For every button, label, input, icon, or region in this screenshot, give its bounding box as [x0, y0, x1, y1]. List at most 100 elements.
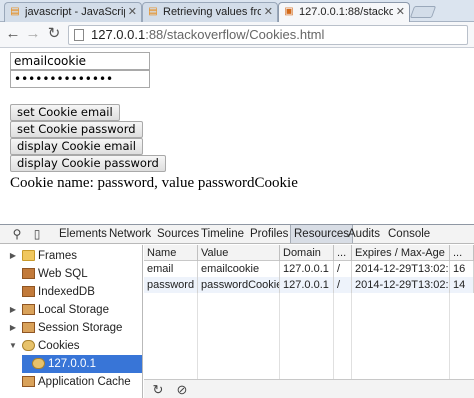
expand-arrow-icon[interactable]: ▶	[8, 319, 18, 337]
sidebar-item-cookie-host[interactable]: 127.0.0.1	[22, 355, 142, 373]
devtools-tab-resources[interactable]: Resources	[290, 225, 353, 243]
sidebar-item-label: Frames	[38, 250, 77, 262]
display-cookie-password-button[interactable]: display Cookie password	[10, 155, 166, 172]
browser-tab-3[interactable]: ▣ 127.0.0.1:88/stackove ✕	[278, 2, 410, 23]
tab-strip: ▤ javascript - JavaScrip ✕ ▤ Retrieving …	[0, 0, 474, 23]
reload-icon[interactable]: ↻	[45, 25, 63, 43]
column-header-domain[interactable]: Domain	[280, 245, 334, 261]
devtools-panel: ⚲ ▯ Elements Network Sources Timeline Pr…	[0, 224, 474, 398]
refresh-icon[interactable]: ↻	[150, 382, 166, 398]
expand-arrow-icon[interactable]: ▶	[8, 247, 18, 265]
cookie-result-text: Cookie name: password, value passwordCoo…	[10, 175, 298, 191]
sidebar-item-cookies[interactable]: ▼ Cookies	[8, 337, 142, 355]
sidebar-item-label: Local Storage	[38, 304, 109, 316]
stackoverflow-icon: ▤	[148, 6, 158, 17]
cell-name: email	[144, 261, 198, 277]
cell-size: 14	[450, 277, 474, 293]
cookie-icon	[22, 340, 35, 351]
expand-arrow-icon[interactable]: ▶	[8, 301, 18, 319]
url-path: :88/stackoverflow/Cookies.html	[145, 27, 325, 42]
cell-value: emailcookie	[198, 261, 280, 277]
stackoverflow-icon: ▤	[10, 6, 20, 17]
storage-icon	[22, 322, 35, 333]
cell-path: /	[334, 277, 352, 293]
set-cookie-email-button[interactable]: set Cookie email	[10, 104, 120, 121]
column-divider	[351, 293, 352, 379]
page-icon: ▣	[284, 6, 294, 17]
sidebar-item-application-cache[interactable]: Application Cache	[8, 373, 142, 391]
sidebar-item-frames[interactable]: ▶ Frames	[8, 247, 142, 265]
sidebar-item-local-storage[interactable]: ▶ Local Storage	[8, 301, 142, 319]
sidebar-item-session-storage[interactable]: ▶ Session Storage	[8, 319, 142, 337]
sidebar-item-label: IndexedDB	[38, 286, 95, 298]
forward-arrow-icon[interactable]: →	[24, 25, 42, 43]
search-icon[interactable]: ⚲	[10, 227, 24, 241]
new-tab-button[interactable]	[409, 6, 437, 18]
storage-icon	[22, 304, 35, 315]
devtools-tab-console[interactable]: Console	[385, 225, 433, 243]
tab-title: javascript - JavaScrip	[25, 6, 125, 18]
display-cookie-email-button[interactable]: display Cookie email	[10, 138, 143, 155]
cell-value: passwordCookie	[198, 277, 280, 293]
back-arrow-icon[interactable]: ←	[4, 25, 22, 43]
database-icon	[22, 286, 35, 297]
set-cookie-password-button[interactable]: set Cookie password	[10, 121, 143, 138]
cell-expires: 2014-12-29T13:02:...	[352, 261, 450, 277]
close-tab-icon[interactable]: ✕	[128, 3, 137, 21]
table-header: Name Value Domain ... Expires / Max-Age …	[144, 245, 474, 261]
cell-size: 16	[450, 261, 474, 277]
column-divider	[333, 293, 334, 379]
devtools-tab-elements[interactable]: Elements	[56, 225, 110, 243]
column-divider	[449, 293, 450, 379]
tab-title: 127.0.0.1:88/stackove	[299, 6, 393, 18]
column-divider	[279, 293, 280, 379]
column-header-size[interactable]: ...	[450, 245, 474, 261]
address-bar[interactable]: 127.0.0.1:88/stackoverflow/Cookies.html	[68, 25, 468, 45]
browser-tab-2[interactable]: ▤ Retrieving values fro ✕	[142, 2, 278, 22]
devtools-toolbar: ⚲ ▯ Elements Network Sources Timeline Pr…	[0, 225, 474, 244]
devtools-tab-timeline[interactable]: Timeline	[198, 225, 247, 243]
devtools-tab-profiles[interactable]: Profiles	[247, 225, 291, 243]
column-header-path[interactable]: ...	[334, 245, 352, 261]
column-divider	[197, 293, 198, 379]
cell-expires: 2014-12-29T13:02:...	[352, 277, 450, 293]
sidebar-item-label: Session Storage	[38, 322, 123, 334]
devtools-tab-audits[interactable]: Audits	[345, 225, 383, 243]
page-content: emailcookie •••••••••••••• set Cookie em…	[0, 49, 474, 221]
sidebar-item-label: Web SQL	[38, 268, 88, 280]
collapse-arrow-icon[interactable]: ▼	[8, 337, 18, 355]
column-header-expires[interactable]: Expires / Max-Age	[352, 245, 450, 261]
sidebar-item-label: Application Cache	[38, 376, 131, 388]
browser-toolbar: ← → ↻ 127.0.0.1:88/stackoverflow/Cookies…	[0, 22, 474, 48]
resources-sidebar: ▶ Frames Web SQL IndexedDB ▶ Local Stora…	[0, 245, 143, 398]
devtools-tab-network[interactable]: Network	[106, 225, 154, 243]
cell-name: password	[144, 277, 198, 293]
email-field[interactable]: emailcookie	[10, 52, 150, 70]
cell-path: /	[334, 261, 352, 277]
cookie-icon	[32, 358, 45, 369]
table-empty-area	[144, 293, 474, 379]
device-mode-icon[interactable]: ▯	[30, 227, 44, 241]
cell-domain: 127.0.0.1	[280, 277, 334, 293]
storage-icon	[22, 376, 35, 387]
tab-title: Retrieving values fro	[163, 6, 261, 18]
devtools-tab-sources[interactable]: Sources	[154, 225, 202, 243]
close-tab-icon[interactable]: ✕	[264, 3, 273, 21]
table-row[interactable]: password passwordCookie 127.0.0.1 / 2014…	[144, 277, 474, 293]
cell-domain: 127.0.0.1	[280, 261, 334, 277]
sidebar-item-indexeddb[interactable]: IndexedDB	[8, 283, 142, 301]
browser-tab-1[interactable]: ▤ javascript - JavaScrip ✕	[4, 2, 142, 22]
column-header-name[interactable]: Name	[144, 245, 198, 261]
cookies-table: Name Value Domain ... Expires / Max-Age …	[144, 245, 474, 379]
folder-icon	[22, 250, 35, 261]
password-field[interactable]: ••••••••••••••	[10, 70, 150, 88]
clear-icon[interactable]: ⊘	[174, 382, 190, 398]
database-icon	[22, 268, 35, 279]
devtools-status-bar: ↻ ⊘	[144, 379, 474, 398]
url-host: 127.0.0.1	[91, 27, 146, 42]
close-tab-icon[interactable]: ✕	[396, 3, 405, 21]
column-header-value[interactable]: Value	[198, 245, 280, 261]
sidebar-item-web-sql[interactable]: Web SQL	[8, 265, 142, 283]
page-icon	[74, 29, 84, 41]
table-row[interactable]: email emailcookie 127.0.0.1 / 2014-12-29…	[144, 261, 474, 277]
